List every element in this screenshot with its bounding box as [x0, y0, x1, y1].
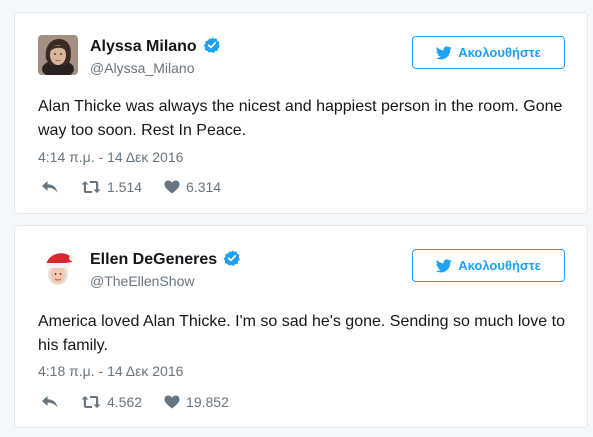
- tweet-card: Ellen DeGeneres @TheEllenShow Ακολουθήστ…: [14, 225, 588, 428]
- user-handle[interactable]: @TheEllenShow: [90, 273, 195, 289]
- tweet-text: Alan Thicke was always the nicest and ha…: [38, 98, 563, 139]
- display-name-text[interactable]: Alyssa Milano: [90, 38, 197, 55]
- heart-icon: [164, 395, 180, 409]
- follow-button[interactable]: Ακολουθήστε: [412, 36, 565, 69]
- tweet-timestamp[interactable]: 4:14 π.μ. - 14 Δεκ 2016: [38, 149, 183, 165]
- follow-button-label: Ακολουθήστε: [458, 258, 541, 273]
- user-handle[interactable]: @Alyssa_Milano: [90, 60, 194, 76]
- display-name-text[interactable]: Ellen DeGeneres: [90, 251, 217, 268]
- twitter-bird-icon: [436, 258, 452, 272]
- retweet-button[interactable]: 4.562: [81, 394, 142, 410]
- retweet-count: 4.562: [107, 394, 143, 410]
- retweet-icon: [81, 181, 101, 193]
- follow-button-label: Ακολουθήστε: [458, 45, 541, 60]
- tweet-text: America loved Alan Thicke. I'm so sad he…: [38, 313, 565, 354]
- twitter-bird-icon: [436, 45, 452, 59]
- reply-button[interactable]: [41, 180, 59, 194]
- retweet-icon: [81, 396, 101, 408]
- follow-button[interactable]: Ακολουθήστε: [412, 249, 565, 282]
- retweet-count: 1.514: [107, 179, 143, 195]
- heart-icon: [164, 180, 180, 194]
- avatar-photo-icon: [38, 35, 78, 75]
- like-button[interactable]: 19.852: [164, 394, 229, 410]
- tweet-actions: 4.562 19.852: [41, 394, 229, 410]
- avatar[interactable]: [38, 248, 78, 288]
- reply-icon: [42, 396, 58, 408]
- display-name[interactable]: Alyssa Milano: [90, 36, 221, 56]
- avatar[interactable]: [38, 35, 78, 75]
- verified-badge-icon: [203, 37, 220, 53]
- retweet-button[interactable]: 1.514: [81, 179, 142, 195]
- tweet-card: Alyssa Milano @Alyssa_Milano Ακολουθήστε…: [14, 12, 588, 214]
- tweet-timestamp[interactable]: 4:18 π.μ. - 14 Δεκ 2016: [38, 363, 183, 379]
- like-count: 6.314: [186, 179, 222, 195]
- santa-hat-avatar-icon: [38, 248, 78, 288]
- like-count: 19.852: [186, 394, 229, 410]
- display-name[interactable]: Ellen DeGeneres: [90, 249, 241, 269]
- tweet-actions: 1.514 6.314: [41, 179, 221, 195]
- reply-icon: [42, 181, 58, 193]
- verified-badge-icon: [223, 250, 241, 266]
- like-button[interactable]: 6.314: [164, 179, 221, 195]
- reply-button[interactable]: [41, 395, 59, 409]
